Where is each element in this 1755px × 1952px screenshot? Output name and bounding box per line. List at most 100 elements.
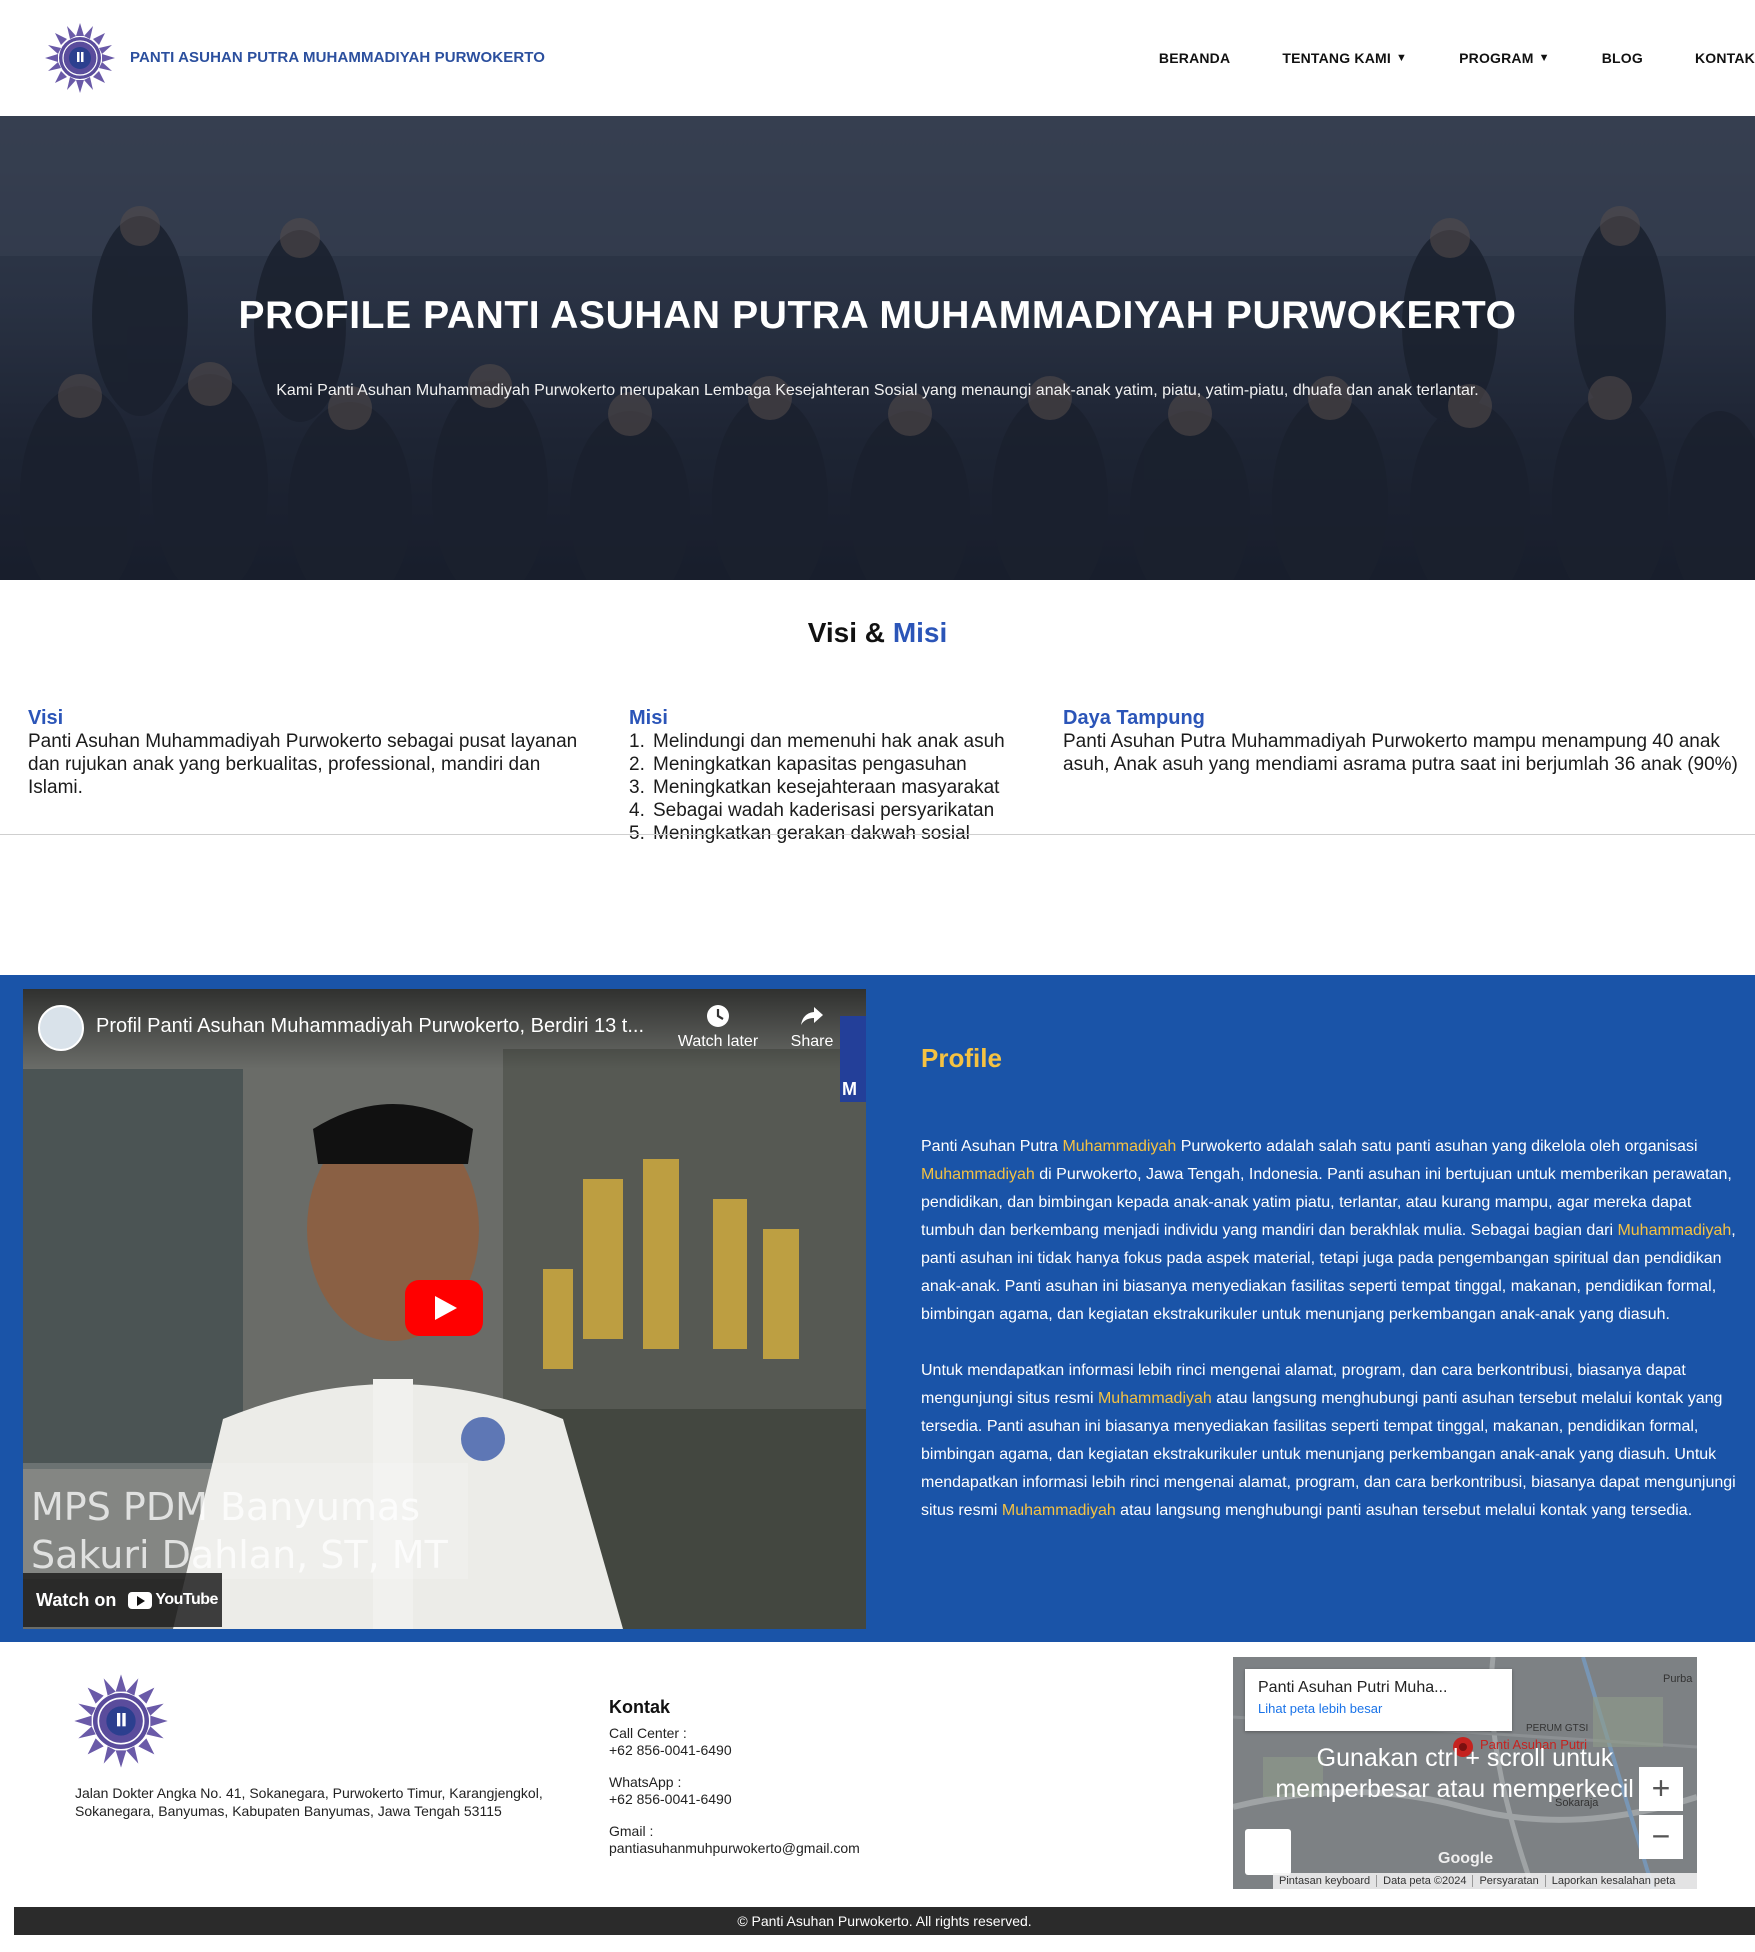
nav-label: PROGRAM (1459, 50, 1534, 66)
zoom-in-button[interactable]: + (1639, 1767, 1683, 1811)
clock-icon (707, 1005, 729, 1027)
heading-part-1: Visi & (807, 617, 886, 648)
nav-label: TENTANG KAMI (1282, 50, 1391, 66)
hero-subtitle: Kami Panti Asuhan Muhammadiyah Purwokert… (276, 382, 1479, 399)
map-place-name: Panti Asuhan Putri Muha... (1258, 1679, 1448, 1696)
footer-logo (73, 1673, 169, 1769)
highlight-link[interactable]: Muhammadiyah (1617, 1222, 1731, 1239)
youtube-video-embed[interactable]: Profil Panti Asuhan Muhammadiyah Purwoke… (23, 989, 866, 1629)
text-run: Panti Asuhan Putra (921, 1138, 1063, 1155)
list-item: 1. Melindungi dan memenuhi hak anak asuh (629, 730, 1019, 753)
hint-line-1: Gunakan ctrl + scroll untuk (1316, 1744, 1614, 1772)
text-run: atau langsung menghubungi panti asuhan t… (1115, 1502, 1693, 1519)
misi-title: Misi (629, 707, 668, 729)
footer-address: Jalan Dokter Angka No. 41, Sokanegara, P… (75, 1785, 543, 1819)
map-place-card: Panti Asuhan Putri Muha... Lihat peta le… (1245, 1669, 1512, 1731)
hero-overlay (0, 116, 1755, 580)
highlight-link[interactable]: Muhammadiyah (921, 1166, 1035, 1183)
caret-down-icon: ▼ (1538, 52, 1550, 64)
profile-title: Profile (921, 1043, 1002, 1073)
list-number: 4. (629, 800, 645, 821)
copyright-bar: © Panti Asuhan Purwokerto. All rights re… (14, 1907, 1755, 1935)
site-name[interactable]: PANTI ASUHAN PUTRA MUHAMMADIYAH PURWOKER… (130, 49, 545, 66)
nav-blog[interactable]: BLOG (1602, 50, 1643, 66)
hero-banner: PROFILE PANTI ASUHAN PUTRA MUHAMMADIYAH … (0, 116, 1755, 580)
footer-contact: Kontak Call Center : +62 856-0041-6490 W… (609, 1697, 989, 1872)
whatsapp-value[interactable]: +62 856-0041-6490 (609, 1791, 989, 1808)
misi-list: 1. Melindungi dan memenuhi hak anak asuh … (629, 730, 1019, 845)
channel-brand-strip: M (840, 1016, 866, 1102)
profile-paragraph-2: Untuk mendapatkan informasi lebih rinci … (921, 1357, 1739, 1525)
lower-third-line-2: Sakuri Dahlan, ST, MT (31, 1533, 448, 1577)
visi-misi-heading: Visi & Misi (0, 617, 1755, 649)
text-run: atau langsung menghubungi panti asuhan t… (921, 1390, 1736, 1519)
call-center-label: Call Center : (609, 1725, 687, 1741)
nav-label: BLOG (1601, 50, 1643, 66)
daya-tampung-text: Panti Asuhan Putra Muhammadiyah Purwoker… (1063, 731, 1738, 775)
list-item: 4. Sebagai wadah kaderisasi persyarikatan (629, 799, 1019, 822)
watch-later-label: Watch later (677, 1033, 759, 1050)
nav-kontak[interactable]: KONTAK (1695, 50, 1755, 66)
muhammadiyah-logo[interactable] (44, 22, 116, 94)
google-logo: Google (1438, 1850, 1494, 1867)
caret-down-icon: ▼ (1396, 52, 1408, 64)
visi-column: Visi Panti Asuhan Muhammadiyah Purwokert… (28, 707, 588, 799)
gmail-label: Gmail : (609, 1823, 654, 1839)
lower-third-line-1: MPS PDM Banyumas (31, 1485, 421, 1529)
highlight-link[interactable]: Muhammadiyah (1098, 1390, 1212, 1407)
call-center-value[interactable]: +62 856-0041-6490 (609, 1742, 989, 1759)
play-button[interactable] (405, 1280, 483, 1336)
highlight-link[interactable]: Muhammadiyah (1062, 1138, 1176, 1155)
map-bar-item[interactable]: Pintasan keyboard (1273, 1875, 1378, 1887)
list-text: Meningkatkan kesejahteraan masyarakat (653, 777, 1000, 798)
video-title[interactable]: Profil Panti Asuhan Muhammadiyah Purwoke… (96, 1015, 644, 1038)
map-bar-item[interactable]: Laporkan kesalahan peta (1546, 1875, 1682, 1887)
nav-tentang-kami[interactable]: TENTANG KAMI ▼ (1282, 50, 1407, 66)
list-item: 2. Meningkatkan kapasitas pengasuhan (629, 753, 1019, 776)
contact-title: Kontak (609, 1697, 671, 1717)
nav-beranda[interactable]: BERANDA (1159, 50, 1230, 66)
map-attribution-bar: Pintasan keyboard Data peta ©2024 Persya… (1273, 1873, 1697, 1889)
google-map-embed[interactable]: Purba PERUM GTSI Panti Asuhan Putri Soka… (1233, 1657, 1697, 1889)
map-bar-item: Data peta ©2024 (1377, 1875, 1474, 1887)
watch-later-button[interactable]: Watch later (673, 1003, 763, 1051)
map-label-purba: Purba (1663, 1673, 1693, 1685)
visi-text: Panti Asuhan Muhammadiyah Purwokerto seb… (28, 731, 578, 798)
share-icon (801, 1007, 823, 1025)
share-label: Share (790, 1033, 834, 1050)
watch-on-label: Watch on (36, 1589, 117, 1610)
map-street-view-button[interactable] (1245, 1829, 1291, 1875)
youtube-logo-icon: YouTube (128, 1591, 218, 1609)
nav-label: BERANDA (1158, 50, 1231, 66)
site-header: PANTI ASUHAN PUTRA MUHAMMADIYAH PURWOKER… (0, 0, 1755, 116)
daya-tampung-column: Daya Tampung Panti Asuhan Putra Muhammad… (1063, 707, 1748, 776)
list-number: 1. (629, 731, 645, 752)
whatsapp-label: WhatsApp : (609, 1774, 682, 1790)
watch-on-youtube-button[interactable]: Watch on YouTube (23, 1573, 222, 1627)
nav-label: KONTAK (1694, 50, 1755, 66)
gmail-value[interactable]: pantiasuhanmuhpurwokerto@gmail.com (609, 1840, 989, 1857)
daya-tampung-title: Daya Tampung (1063, 707, 1205, 729)
map-scroll-hint: Gunakan ctrl + scroll untuk memperbesar … (1233, 1743, 1697, 1805)
nav-program[interactable]: PROGRAM ▼ (1459, 50, 1550, 66)
visi-title: Visi (28, 707, 64, 729)
main-nav: BERANDA TENTANG KAMI ▼ PROGRAM ▼ BLOG KO… (1107, 50, 1755, 66)
profile-body: Panti Asuhan Putra Muhammadiyah Purwoker… (921, 1133, 1739, 1525)
misi-column: Misi 1. Melindungi dan memenuhi hak anak … (629, 707, 1019, 845)
list-text: Sebagai wadah kaderisasi persyarikatan (653, 800, 995, 821)
hint-line-2: memperbesar atau memperkecil p (1275, 1775, 1655, 1803)
list-text: Meningkatkan kapasitas pengasuhan (653, 754, 967, 775)
channel-avatar[interactable] (38, 1005, 84, 1051)
profile-paragraph-1: Panti Asuhan Putra Muhammadiyah Purwoker… (921, 1133, 1739, 1329)
divider (0, 834, 1755, 835)
youtube-wordmark: YouTube (155, 1591, 218, 1608)
map-bar-item[interactable]: Persyaratan (1473, 1875, 1546, 1887)
zoom-out-button[interactable]: − (1639, 1815, 1683, 1859)
view-larger-map-link[interactable]: Lihat peta lebih besar (1258, 1701, 1499, 1716)
hero-title: PROFILE PANTI ASUHAN PUTRA MUHAMMADIYAH … (238, 294, 1517, 337)
list-number: 2. (629, 754, 645, 775)
youtube-play-icon (128, 1591, 153, 1609)
highlight-link[interactable]: Muhammadiyah (1002, 1502, 1116, 1519)
heading-part-2: Misi (892, 617, 948, 648)
list-item: 3. Meningkatkan kesejahteraan masyarakat (629, 776, 1019, 799)
